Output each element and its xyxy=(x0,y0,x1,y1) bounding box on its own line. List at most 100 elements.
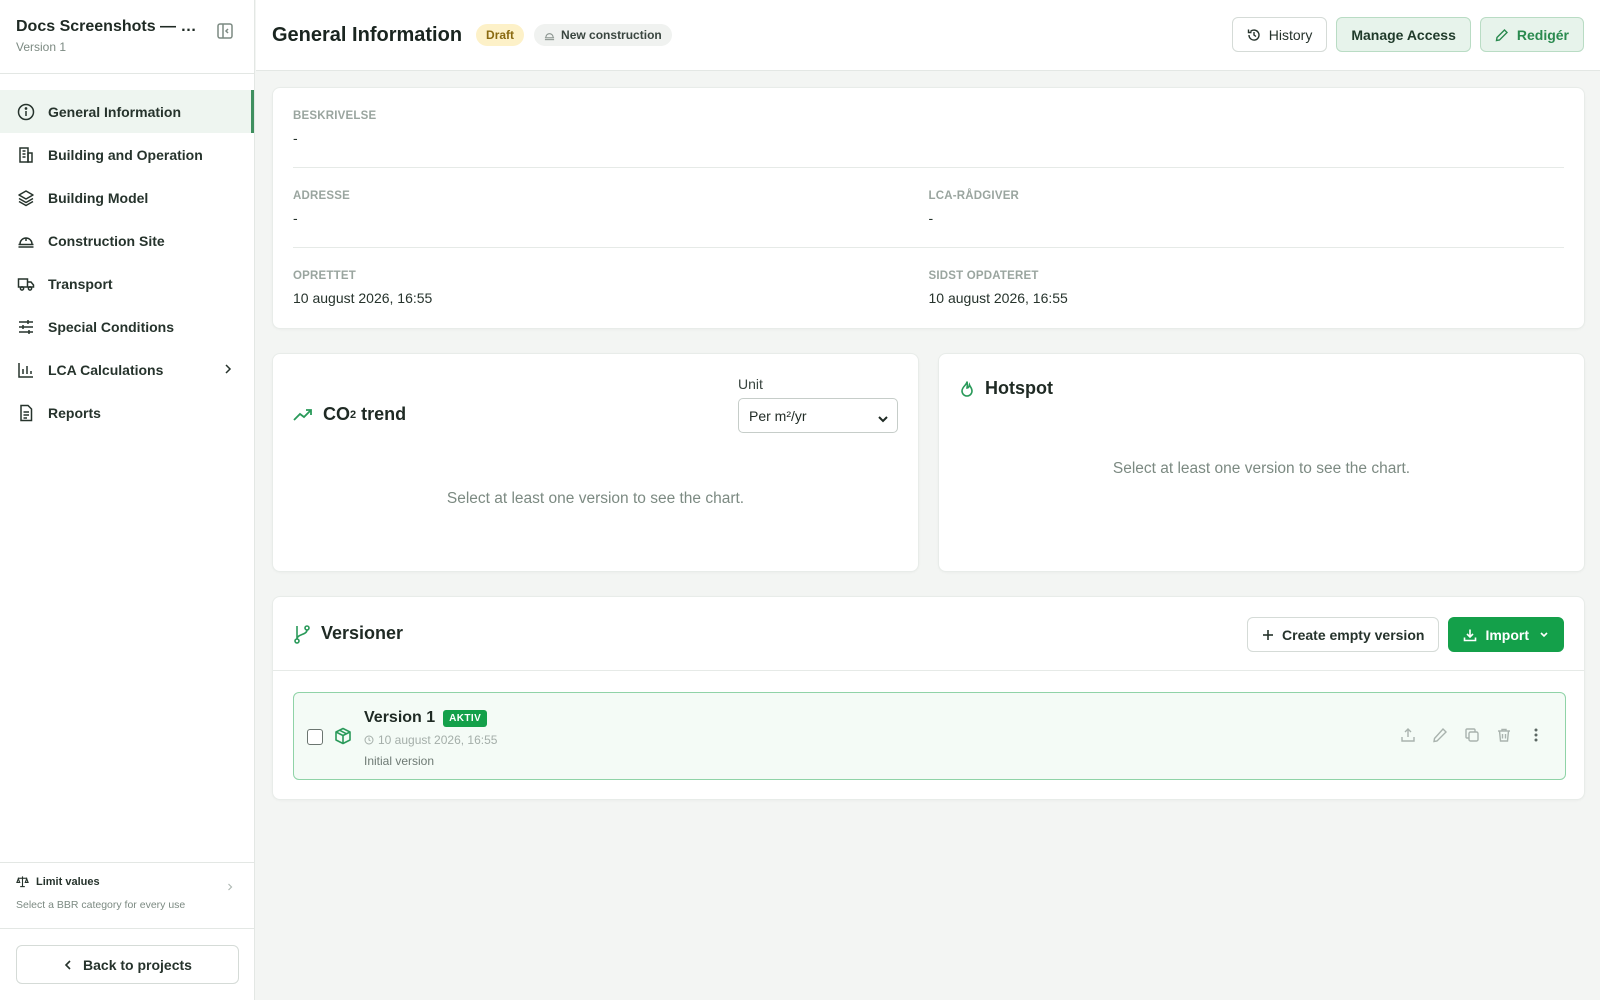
sidebar-item-building-model[interactable]: Building Model xyxy=(0,176,254,219)
status-badge: Draft xyxy=(476,24,525,46)
sidebar-item-lca-calculations[interactable]: LCA Calculations xyxy=(0,348,254,391)
sidebar-item-general-information[interactable]: General Information xyxy=(0,90,254,133)
limit-values-heading: Limit values xyxy=(16,875,238,889)
chevron-down-icon xyxy=(1540,631,1548,637)
chevron-right-icon xyxy=(226,879,234,895)
hotspot-title-text: Hotspot xyxy=(985,378,1053,398)
versions-title-text: Versioner xyxy=(321,623,404,643)
create-empty-version-button[interactable]: Create empty version xyxy=(1247,617,1440,652)
sidebar-item-transport[interactable]: Transport xyxy=(0,262,254,305)
import-button[interactable]: Import xyxy=(1448,617,1564,652)
copy-icon[interactable] xyxy=(1463,726,1481,744)
info-icon xyxy=(16,102,36,122)
info-field-sidst-opdateret: SIDST OPDATERET 10 august 2026, 16:55 xyxy=(929,270,1565,328)
layers-icon xyxy=(16,188,36,208)
info-field-lca-raadgiver: LCA-RÅDGIVER - xyxy=(929,190,1565,247)
general-info-card: BESKRIVELSE - ADRESSE - LCA-RÅDGIVER - O… xyxy=(272,87,1585,329)
sidebar-item-label: Reports xyxy=(48,404,101,421)
pencil-icon xyxy=(1495,28,1508,41)
flame-icon xyxy=(961,380,973,397)
back-to-projects-button[interactable]: Back to projects xyxy=(16,945,239,984)
type-badge: New construction xyxy=(534,24,672,46)
project-title: Docs Screenshots — sa... xyxy=(16,18,201,35)
version-checkbox[interactable] xyxy=(307,729,323,745)
chevron-down-icon xyxy=(877,411,889,427)
sidebar-header: Docs Screenshots — sa... Version 1 xyxy=(0,0,254,74)
sidebar-item-label: Special Conditions xyxy=(48,318,175,335)
plus-icon xyxy=(1263,629,1274,640)
limit-values-subtitle: Select a BBR category for every use xyxy=(16,899,186,911)
field-value: 10 august 2026, 16:55 xyxy=(293,290,433,306)
field-value: - xyxy=(293,210,298,226)
sidebar-item-label: General Information xyxy=(48,103,182,120)
main-content: General Information Draft New constructi… xyxy=(256,0,1600,1000)
version-info: Version 1 AKTIV 10 august 2026, 16:55 In… xyxy=(364,709,497,768)
trash-icon[interactable] xyxy=(1495,726,1513,744)
scale-icon xyxy=(16,875,30,889)
info-row: BESKRIVELSE - xyxy=(293,88,1564,168)
chevron-right-icon xyxy=(222,362,234,376)
unit-selector: Unit Per m²/yr xyxy=(738,376,898,433)
limit-values-panel[interactable]: Limit values Select a BBR category for e… xyxy=(0,862,254,928)
versions-card: Versioner Create empty version Import Ve… xyxy=(272,596,1585,800)
edit-button[interactable]: Redigér xyxy=(1479,17,1584,52)
info-field-adresse: ADRESSE - xyxy=(293,190,929,247)
type-badge-label: New construction xyxy=(561,28,662,42)
field-value: 10 august 2026, 16:55 xyxy=(928,290,1068,306)
header-actions: History Manage Access Redigér xyxy=(1231,17,1584,52)
trending-up-icon xyxy=(293,408,312,421)
info-row: OPRETTET 10 august 2026, 16:55 SIDST OPD… xyxy=(293,248,1564,328)
field-label: SIDST OPDATERET xyxy=(928,270,1039,282)
history-button[interactable]: History xyxy=(1231,17,1328,52)
versions-title: Versioner xyxy=(293,623,403,644)
truck-icon xyxy=(16,274,36,294)
page-header: General Information Draft New constructi… xyxy=(256,0,1600,71)
upload-icon[interactable] xyxy=(1399,726,1417,744)
sidebar-item-special-conditions[interactable]: Special Conditions xyxy=(0,305,254,348)
version-date-row: 10 august 2026, 16:55 xyxy=(364,733,497,747)
sliders-icon xyxy=(16,317,36,337)
active-badge: AKTIV xyxy=(443,709,488,727)
import-label: Import xyxy=(1485,626,1529,643)
unit-select-value: Per m²/yr xyxy=(749,407,807,424)
sidebar-item-construction-site[interactable]: Construction Site xyxy=(0,219,254,262)
download-icon xyxy=(1464,629,1477,641)
edit-label: Redigér xyxy=(1516,26,1569,43)
version-row-actions xyxy=(1399,726,1545,744)
sidebar-item-label: Building and Operation xyxy=(48,146,203,163)
field-label: OPRETTET xyxy=(293,270,356,282)
limit-values-title: Limit values xyxy=(36,876,100,888)
field-value: - xyxy=(293,130,298,146)
sidebar-item-label: Building Model xyxy=(48,189,149,206)
pencil-icon[interactable] xyxy=(1431,726,1449,744)
sidebar-item-label: Construction Site xyxy=(48,232,165,249)
cube-icon xyxy=(334,727,352,748)
version-description: Initial version xyxy=(364,754,435,768)
co2-empty-message: Select at least one version to see the c… xyxy=(446,490,745,507)
version-name: Version 1 xyxy=(364,709,436,726)
hard-hat-icon xyxy=(544,32,555,40)
manage-access-label: Manage Access xyxy=(1351,26,1456,43)
sidebar-item-reports[interactable]: Reports xyxy=(0,391,254,434)
version-name-row: Version 1 AKTIV xyxy=(364,709,497,727)
collapse-sidebar-icon[interactable] xyxy=(216,22,234,40)
sidebar-nav: General Information Building and Operati… xyxy=(0,74,254,862)
versions-header: Versioner Create empty version Import xyxy=(273,597,1584,671)
hotspot-title: Hotspot xyxy=(959,378,1564,399)
version-row[interactable]: Version 1 AKTIV 10 august 2026, 16:55 In… xyxy=(293,692,1566,780)
hotspot-empty-message: Select at least one version to see the c… xyxy=(1112,460,1411,477)
sidebar-item-building-and-operation[interactable]: Building and Operation xyxy=(0,133,254,176)
more-vertical-icon[interactable] xyxy=(1527,726,1545,744)
co2-title-main: CO xyxy=(323,404,350,424)
info-field-oprettet: OPRETTET 10 august 2026, 16:55 xyxy=(293,270,929,328)
info-field-beskrivelse: BESKRIVELSE - xyxy=(293,110,939,167)
manage-access-button[interactable]: Manage Access xyxy=(1336,17,1471,52)
git-branch-icon xyxy=(294,624,310,644)
unit-select[interactable]: Per m²/yr xyxy=(738,398,898,433)
field-value: - xyxy=(928,210,934,226)
building-icon xyxy=(16,145,36,165)
hard-hat-icon xyxy=(16,231,36,251)
field-label: ADRESSE xyxy=(293,190,350,202)
create-empty-label: Create empty version xyxy=(1282,626,1425,643)
field-label: BESKRIVELSE xyxy=(293,110,377,122)
